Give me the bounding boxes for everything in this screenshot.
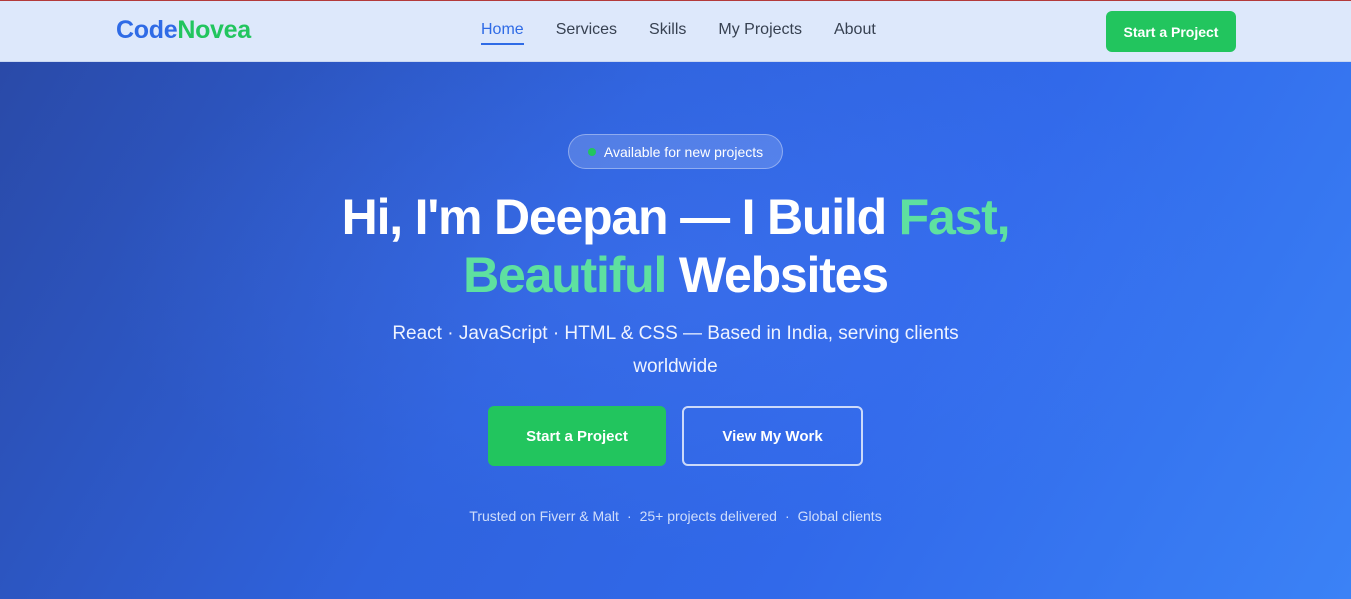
brand-logo-part-novea: Novea	[177, 16, 251, 44]
availability-badge-label: Available for new projects	[603, 143, 764, 160]
headline-line1-accent: Fast,	[898, 189, 1011, 245]
brand-logo-part-code: Code	[116, 16, 178, 44]
headline-line2-plain: Websites	[666, 247, 889, 303]
trust-item-fiverr-malt: Trusted on Fiverr & Malt	[469, 508, 619, 524]
hero-section: Available for new projects Hi, I'm Deepa…	[0, 62, 1351, 599]
nav-link-skills[interactable]: Skills	[649, 21, 686, 43]
top-border-line	[0, 0, 1351, 1]
nav-link-about[interactable]: About	[834, 21, 876, 43]
nav-start-project-button[interactable]: Start a Project	[1106, 11, 1236, 52]
view-my-work-button[interactable]: View My Work	[682, 406, 863, 466]
headline-line1-plain: Hi, I'm Deepan — I Build	[341, 189, 899, 245]
top-navbar: CodeNovea Home Services Skills My Projec…	[0, 0, 1351, 62]
status-dot-icon	[587, 147, 596, 156]
trust-item-projects-delivered: 25+ projects delivered	[639, 508, 777, 524]
brand-logo[interactable]: CodeNovea	[116, 16, 251, 45]
hero-subtitle: React · JavaScript · HTML & CSS — Based …	[392, 323, 959, 377]
trust-separator: ·	[784, 508, 790, 524]
nav-link-my-projects[interactable]: My Projects	[718, 21, 802, 43]
hero-start-project-button[interactable]: Start a Project	[488, 406, 666, 466]
trust-item-global-clients: Global clients	[797, 508, 882, 524]
hero-headline: Hi, I'm Deepan — I Build Fast, Beautiful…	[0, 188, 1351, 304]
trust-line: Trusted on Fiverr & Malt · 25+ projects de…	[0, 508, 1351, 524]
main-nav: Home Services Skills My Projects About	[481, 21, 908, 45]
headline-line2-accent: Beautiful	[463, 247, 667, 303]
nav-link-services[interactable]: Services	[556, 21, 617, 43]
nav-link-home[interactable]: Home	[481, 21, 524, 45]
availability-badge: Available for new projects	[568, 134, 783, 169]
trust-separator: ·	[626, 508, 632, 524]
